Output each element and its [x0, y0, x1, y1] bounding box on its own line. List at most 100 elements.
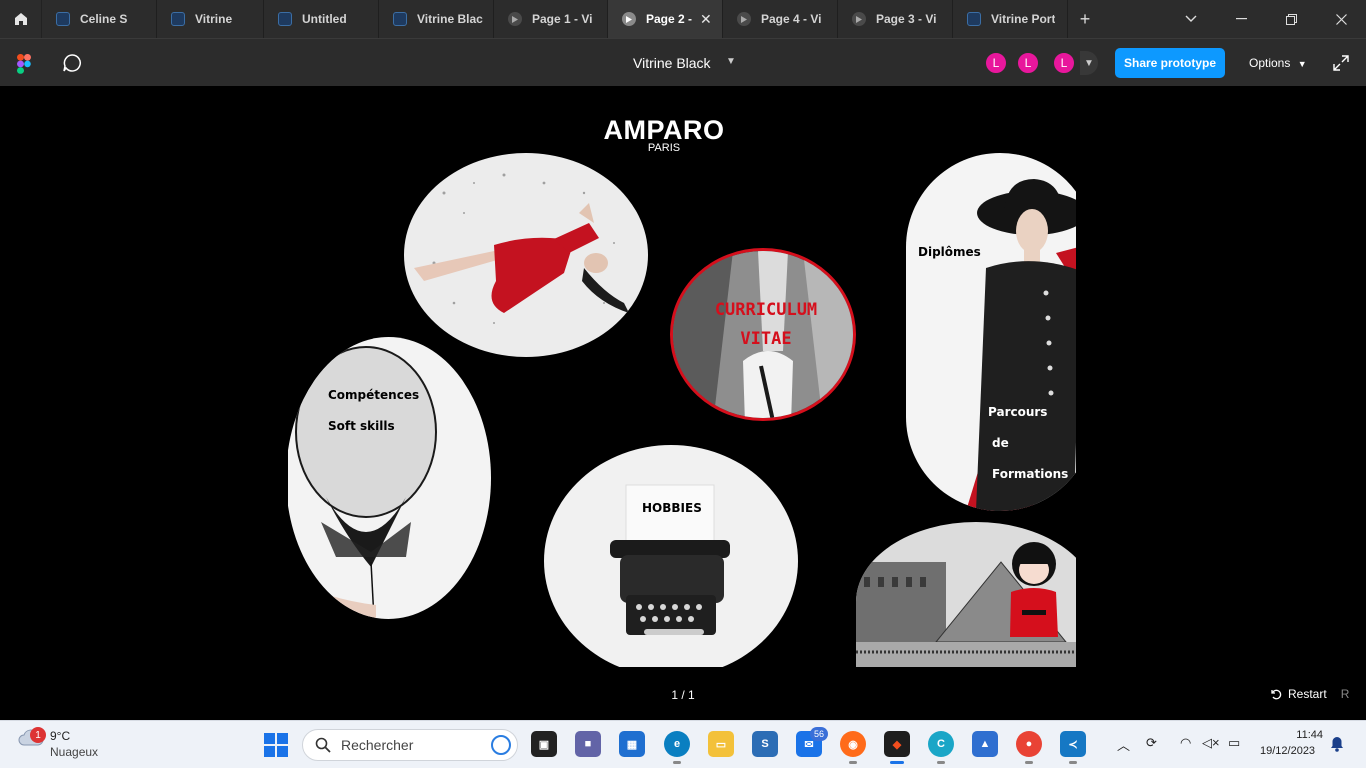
- start-button[interactable]: [264, 733, 288, 762]
- cv-title-line2: VITAE: [740, 329, 792, 349]
- play-icon: [622, 12, 636, 26]
- soft-skills-label: Soft skills: [328, 419, 395, 433]
- comment-button[interactable]: [62, 53, 82, 78]
- play-icon: [737, 12, 751, 26]
- restart-button[interactable]: Restart R: [1270, 687, 1349, 701]
- prototype-frame: AMPARO PARIS CURRICULUM VITAE Diplômes P…: [288, 87, 1076, 667]
- search-icon: [315, 737, 331, 753]
- cv-title-line1: CURRICULUM: [714, 300, 818, 320]
- prototype-toolbar: Vitrine Black ▼ L L L ▼ Share prototype …: [0, 38, 1366, 86]
- figma-file-icon: [967, 12, 981, 26]
- volume-tray-button[interactable]: ◁×: [1202, 735, 1220, 751]
- taskbar-search[interactable]: Rechercher: [302, 729, 518, 761]
- file-title[interactable]: Vitrine Black: [633, 55, 711, 71]
- restore-button[interactable]: [1266, 0, 1316, 38]
- app-icon: S: [761, 738, 769, 750]
- comment-icon: [63, 54, 81, 72]
- prototype-canvas: AMPARO PARIS CURRICULUM VITAE Diplômes P…: [0, 87, 1366, 720]
- file-explorer-app[interactable]: ▭: [708, 731, 734, 757]
- photos-app[interactable]: ▲: [972, 731, 998, 757]
- battery-tray-button[interactable]: ▭: [1228, 735, 1240, 751]
- hobbies-button[interactable]: HOBBIES: [544, 445, 798, 667]
- photos-icon: ▲: [979, 738, 991, 750]
- browser-tab[interactable]: Page 2 - ✕: [608, 0, 723, 38]
- avatar[interactable]: L: [1052, 51, 1076, 75]
- close-window-button[interactable]: [1316, 0, 1366, 38]
- browser-tab[interactable]: Vitrine Port: [953, 0, 1068, 38]
- chevron-down-icon[interactable]: ▼: [1080, 51, 1098, 75]
- diplomes-formations-button[interactable]: Diplômes Parcours de Formations: [906, 153, 1076, 511]
- restart-shortcut: R: [1340, 687, 1350, 701]
- pinned-app[interactable]: S: [752, 731, 778, 757]
- chrome-app[interactable]: ●: [1016, 731, 1042, 764]
- tab-label: Untitled: [302, 12, 347, 26]
- fullscreen-button[interactable]: [1333, 55, 1349, 76]
- teams-app[interactable]: ■: [575, 731, 601, 757]
- browser-tab[interactable]: Page 3 - Vi: [838, 0, 953, 38]
- store-app[interactable]: ▦: [619, 731, 645, 757]
- new-tab-button[interactable]: +: [1068, 0, 1102, 38]
- browser-tab[interactable]: Vitrine Blac: [379, 0, 494, 38]
- notifications-button[interactable]: [1330, 736, 1344, 757]
- home-button[interactable]: [0, 0, 42, 38]
- store-icon: ▦: [626, 738, 638, 751]
- weather-description: Nuageux: [50, 745, 99, 759]
- chevron-up-icon: ︿: [1117, 738, 1131, 753]
- balloon-image: [288, 337, 491, 619]
- firefox-app[interactable]: ◉: [840, 731, 866, 764]
- share-prototype-button[interactable]: Share prototype: [1115, 48, 1225, 78]
- edge-app[interactable]: e: [664, 731, 690, 764]
- figma-file-icon: [56, 12, 70, 26]
- de-label: de: [992, 436, 1009, 450]
- tab-list-button[interactable]: [1166, 0, 1216, 38]
- close-tab-icon[interactable]: ✕: [700, 11, 712, 28]
- chrome-icon: ●: [1025, 738, 1033, 750]
- wifi-tray-button[interactable]: ◠: [1180, 735, 1191, 751]
- close-icon: [1335, 13, 1347, 25]
- volume-muted-icon: ◁×: [1202, 735, 1220, 750]
- formations-label: Formations: [992, 467, 1069, 481]
- bell-icon: [1331, 737, 1343, 752]
- browser-tab-bar: Celine S Vitrine Untitled Vitrine Blac Page …: [0, 0, 1366, 38]
- browser-tab[interactable]: Page 4 - Vi: [723, 0, 838, 38]
- louvre-photo[interactable]: [856, 522, 1076, 667]
- restart-label: Restart: [1288, 687, 1327, 701]
- canva-icon: C: [937, 738, 945, 750]
- clock-time[interactable]: 11:44: [1293, 729, 1323, 741]
- minimize-icon: [1235, 18, 1247, 20]
- play-icon: [852, 12, 866, 26]
- home-icon: [14, 13, 27, 25]
- competences-button[interactable]: Compétences Soft skills: [288, 337, 491, 619]
- figma-menu-button[interactable]: [17, 54, 31, 79]
- diplomes-label: Diplômes: [918, 245, 981, 259]
- task-view-icon: ▣: [538, 738, 550, 751]
- task-view-button[interactable]: ▣: [531, 731, 557, 757]
- browser-tab[interactable]: Untitled: [264, 0, 379, 38]
- browser-tab[interactable]: Celine S: [42, 0, 157, 38]
- model-hat-image: [906, 153, 1076, 511]
- clock-date[interactable]: 19/12/2023: [1260, 745, 1315, 757]
- red-dress-photo[interactable]: [404, 153, 648, 357]
- browser-tab[interactable]: Page 1 - Vi: [494, 0, 608, 38]
- tray-overflow-button[interactable]: ︿: [1117, 735, 1130, 754]
- minimize-button[interactable]: [1216, 0, 1266, 38]
- avatar[interactable]: L: [984, 51, 1008, 75]
- sync-icon: ⟳: [1146, 735, 1157, 750]
- avatar[interactable]: L: [1016, 51, 1040, 75]
- figma-logo-icon: [17, 54, 31, 74]
- restart-icon: [1271, 689, 1282, 700]
- options-button[interactable]: Options ▼: [1249, 56, 1307, 70]
- hobbies-label: HOBBIES: [642, 501, 702, 515]
- canva-app[interactable]: C: [928, 731, 954, 764]
- chevron-down-icon[interactable]: ▼: [726, 56, 736, 67]
- red-dress-image: [404, 153, 648, 357]
- wifi-icon: ◠: [1180, 735, 1192, 750]
- figma-app[interactable]: ◆: [884, 731, 910, 764]
- firefox-icon: ◉: [848, 738, 858, 751]
- sync-tray-button[interactable]: ⟳: [1146, 735, 1157, 751]
- tab-label: Celine S: [80, 12, 128, 26]
- curriculum-vitae-button[interactable]: CURRICULUM VITAE: [670, 248, 856, 421]
- browser-tab[interactable]: Vitrine: [157, 0, 264, 38]
- folder-icon: ▭: [715, 738, 727, 751]
- vscode-app[interactable]: ≺: [1060, 731, 1086, 764]
